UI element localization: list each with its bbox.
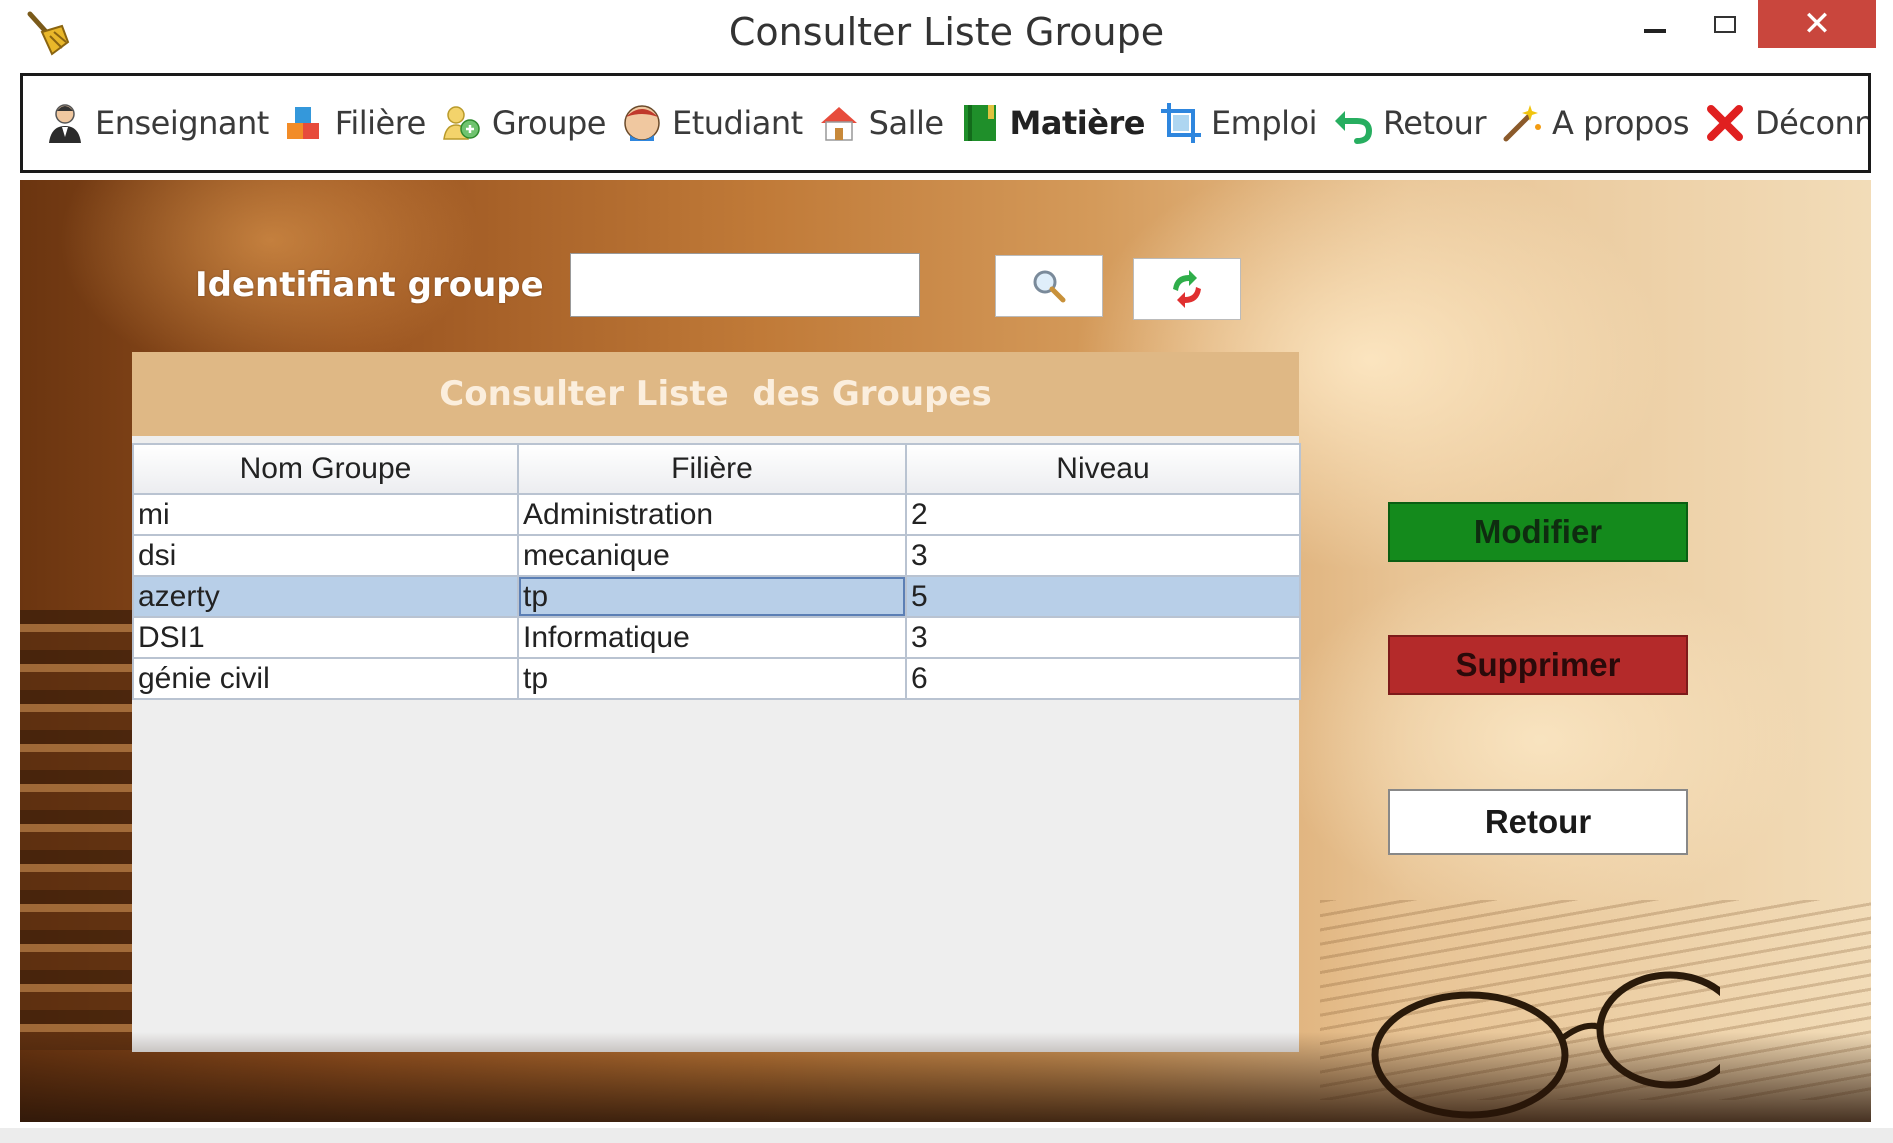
search-icon: [1033, 270, 1066, 303]
menu-label: Filière: [334, 104, 427, 142]
menu-item-etudiant[interactable]: Etudiant: [614, 93, 811, 153]
panel-header: Consulter Liste des Groupes: [132, 352, 1299, 436]
cell-filiere[interactable]: Administration: [517, 493, 907, 536]
groupes-table[interactable]: Nom Groupe Filière Niveau mi Administrat…: [132, 443, 1301, 700]
groupes-panel: Consulter Liste des Groupes Nom Groupe F…: [132, 352, 1301, 1052]
glasses-icon: [1371, 971, 1720, 1119]
red-x-icon: [1707, 105, 1744, 141]
menu-item-deconnexion[interactable]: Déconnexion: [1697, 93, 1868, 153]
modifier-button[interactable]: Modifier: [1388, 502, 1688, 562]
menu-item-matiere[interactable]: Matière: [952, 93, 1153, 153]
undo-arrow-icon: [1335, 111, 1373, 144]
table-row[interactable]: mi Administration 2: [132, 493, 1301, 536]
cell-nom-groupe[interactable]: azerty: [132, 575, 519, 618]
cell-nom-groupe[interactable]: DSI1: [132, 616, 519, 659]
close-icon: ✕: [1802, 5, 1832, 43]
cell-filiere[interactable]: Informatique: [517, 616, 907, 659]
cell-nom-groupe[interactable]: mi: [132, 493, 519, 536]
window-title: Consulter Liste Groupe: [728, 10, 1165, 54]
refresh-button[interactable]: [1133, 258, 1241, 320]
menu-label: Matière: [1009, 104, 1146, 142]
menu-label: A propos: [1552, 104, 1690, 142]
window-bottom-edge: [0, 1128, 1893, 1143]
menu-label: Etudiant: [671, 104, 803, 142]
menu-item-enseignant[interactable]: Enseignant: [37, 93, 277, 153]
close-button[interactable]: ✕: [1758, 0, 1876, 48]
magic-wand-icon: [1503, 105, 1542, 142]
column-header-niveau[interactable]: Niveau: [905, 443, 1301, 495]
menu-label: Enseignant: [95, 104, 269, 142]
menu-label: Déconnexion: [1755, 104, 1868, 142]
identifiant-groupe-input[interactable]: [570, 253, 920, 317]
retour-button[interactable]: Retour: [1388, 789, 1688, 855]
refresh-icon: [1173, 270, 1201, 308]
cell-niveau[interactable]: 6: [905, 657, 1301, 700]
menu-item-salle[interactable]: Salle: [811, 93, 952, 153]
house-icon: [820, 107, 857, 141]
cell-filiere[interactable]: tp: [517, 657, 907, 700]
content-area: Identifiant groupe Consulter Liste des G…: [20, 180, 1871, 1122]
cell-filiere[interactable]: mecanique: [517, 534, 907, 577]
student-icon: [624, 105, 660, 141]
table-header-row: Nom Groupe Filière Niveau: [132, 443, 1301, 495]
menu-toolbar: Enseignant Filière Groupe Etudiant Salle…: [20, 73, 1871, 173]
menu-item-filiere[interactable]: Filière: [277, 93, 434, 153]
supprimer-button[interactable]: Supprimer: [1388, 635, 1688, 695]
cell-nom-groupe[interactable]: dsi: [132, 534, 519, 577]
teacher-icon: [49, 104, 81, 143]
table-row-selected[interactable]: azerty tp 5: [132, 575, 1301, 618]
maximize-button[interactable]: [1690, 0, 1760, 48]
menu-label: Emploi: [1210, 104, 1318, 142]
table-row[interactable]: DSI1 Informatique 3: [132, 616, 1301, 659]
table-row[interactable]: dsi mecanique 3: [132, 534, 1301, 577]
cell-niveau[interactable]: 3: [905, 534, 1301, 577]
menu-item-groupe[interactable]: Groupe: [434, 93, 614, 153]
menu-item-a-propos[interactable]: A propos: [1494, 93, 1697, 153]
book-icon: [963, 105, 996, 141]
cell-filiere[interactable]: tp: [517, 575, 907, 618]
cell-niveau[interactable]: 5: [905, 575, 1301, 618]
menu-item-retour[interactable]: Retour: [1325, 93, 1494, 153]
background-books: [20, 610, 150, 1050]
blocks-icon: [286, 107, 319, 139]
column-header-filiere[interactable]: Filière: [517, 443, 907, 495]
panel-title: Consulter Liste des Groupes: [439, 374, 992, 414]
cell-nom-groupe[interactable]: génie civil: [132, 657, 519, 700]
menu-label: Retour: [1383, 104, 1487, 142]
search-button[interactable]: [995, 255, 1103, 317]
identifiant-groupe-label: Identifiant groupe: [195, 265, 544, 305]
column-header-nom-groupe[interactable]: Nom Groupe: [132, 443, 519, 495]
crop-icon: [1160, 103, 1201, 143]
menu-label: Salle: [868, 104, 944, 142]
cell-niveau[interactable]: 2: [905, 493, 1301, 536]
minimize-button[interactable]: [1620, 0, 1690, 48]
table-row[interactable]: génie civil tp 6: [132, 657, 1301, 700]
cell-niveau[interactable]: 3: [905, 616, 1301, 659]
users-icon: [442, 106, 480, 140]
menu-label: Groupe: [491, 104, 607, 142]
title-bar: Consulter Liste Groupe ✕: [0, 0, 1893, 68]
menu-item-emploi[interactable]: Emploi: [1153, 93, 1325, 153]
